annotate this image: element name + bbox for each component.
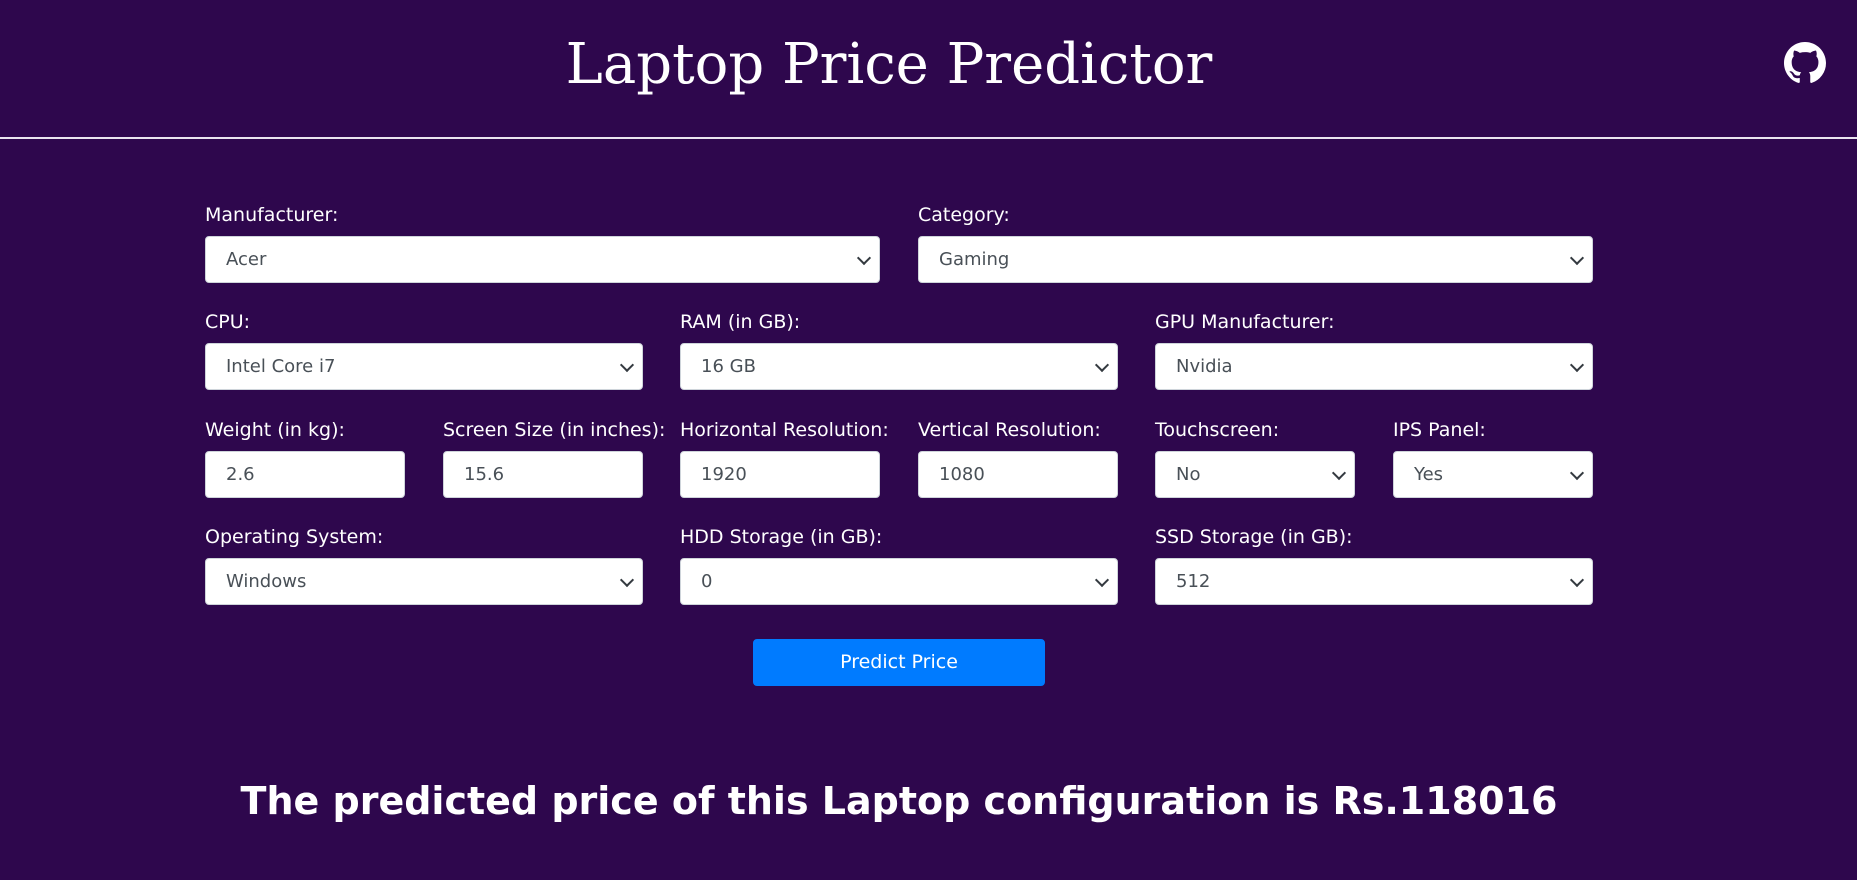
ips-panel-value: Yes xyxy=(1414,464,1444,485)
vertical-resolution-label: Vertical Resolution: xyxy=(918,419,1101,441)
gpu-label: GPU Manufacturer: xyxy=(1155,311,1335,333)
horizontal-resolution-label: Horizontal Resolution: xyxy=(680,419,889,441)
weight-input[interactable]: 2.6 xyxy=(205,451,405,498)
ram-label: RAM (in GB): xyxy=(680,311,801,333)
cpu-label: CPU: xyxy=(205,311,251,333)
hdd-select[interactable]: 0 xyxy=(680,558,1118,605)
horizontal-resolution-field: Horizontal Resolution: 1920 xyxy=(680,419,889,498)
gpu-value: Nvidia xyxy=(1176,356,1233,377)
gpu-field: GPU Manufacturer: Nvidia xyxy=(1155,311,1593,390)
touchscreen-label: Touchscreen: xyxy=(1155,419,1280,441)
os-value: Windows xyxy=(226,571,307,592)
category-field: Category: Gaming xyxy=(918,204,1593,283)
screen-size-input[interactable]: 15.6 xyxy=(443,451,643,498)
ram-field: RAM (in GB): 16 GB xyxy=(680,311,1118,390)
weight-field: Weight (in kg): 2.6 xyxy=(205,419,405,498)
gpu-select[interactable]: Nvidia xyxy=(1155,343,1593,390)
touchscreen-select[interactable]: No xyxy=(1155,451,1355,498)
horizontal-resolution-input[interactable]: 1920 xyxy=(680,451,880,498)
github-icon[interactable] xyxy=(1784,42,1826,84)
ips-panel-field: IPS Panel: Yes xyxy=(1393,419,1593,498)
vertical-resolution-value: 1080 xyxy=(939,464,985,485)
category-select[interactable]: Gaming xyxy=(918,236,1593,283)
hdd-label: HDD Storage (in GB): xyxy=(680,526,883,548)
vertical-resolution-input[interactable]: 1080 xyxy=(918,451,1118,498)
vertical-resolution-field: Vertical Resolution: 1080 xyxy=(918,419,1118,498)
ram-select[interactable]: 16 GB xyxy=(680,343,1118,390)
os-field: Operating System: Windows xyxy=(205,526,643,605)
cpu-select[interactable]: Intel Core i7 xyxy=(205,343,643,390)
manufacturer-field: Manufacturer: Acer xyxy=(205,204,880,283)
prediction-result: The predicted price of this Laptop confi… xyxy=(240,779,1558,823)
weight-value: 2.6 xyxy=(226,464,255,485)
ips-panel-select[interactable]: Yes xyxy=(1393,451,1593,498)
ips-panel-label: IPS Panel: xyxy=(1393,419,1486,441)
ssd-field: SSD Storage (in GB): 512 xyxy=(1155,526,1593,605)
hdd-value: 0 xyxy=(701,571,713,592)
horizontal-resolution-value: 1920 xyxy=(701,464,747,485)
touchscreen-value: No xyxy=(1176,464,1201,485)
manufacturer-label: Manufacturer: xyxy=(205,204,339,226)
category-value: Gaming xyxy=(939,249,1010,270)
cpu-field: CPU: Intel Core i7 xyxy=(205,311,643,390)
screen-size-label: Screen Size (in inches): xyxy=(443,419,666,441)
weight-label: Weight (in kg): xyxy=(205,419,345,441)
manufacturer-value: Acer xyxy=(226,249,267,270)
predict-price-button[interactable]: Predict Price xyxy=(753,639,1045,686)
page-header: Laptop Price Predictor xyxy=(0,0,1857,139)
ram-value: 16 GB xyxy=(701,356,756,377)
screen-size-value: 15.6 xyxy=(464,464,505,485)
ssd-value: 512 xyxy=(1176,571,1211,592)
cpu-value: Intel Core i7 xyxy=(226,356,336,377)
ssd-select[interactable]: 512 xyxy=(1155,558,1593,605)
ssd-label: SSD Storage (in GB): xyxy=(1155,526,1353,548)
hdd-field: HDD Storage (in GB): 0 xyxy=(680,526,1118,605)
category-label: Category: xyxy=(918,204,1010,226)
page-title: Laptop Price Predictor xyxy=(565,32,1213,97)
os-select[interactable]: Windows xyxy=(205,558,643,605)
screen-size-field: Screen Size (in inches): 15.6 xyxy=(443,419,666,498)
manufacturer-select[interactable]: Acer xyxy=(205,236,880,283)
touchscreen-field: Touchscreen: No xyxy=(1155,419,1355,498)
os-label: Operating System: xyxy=(205,526,384,548)
